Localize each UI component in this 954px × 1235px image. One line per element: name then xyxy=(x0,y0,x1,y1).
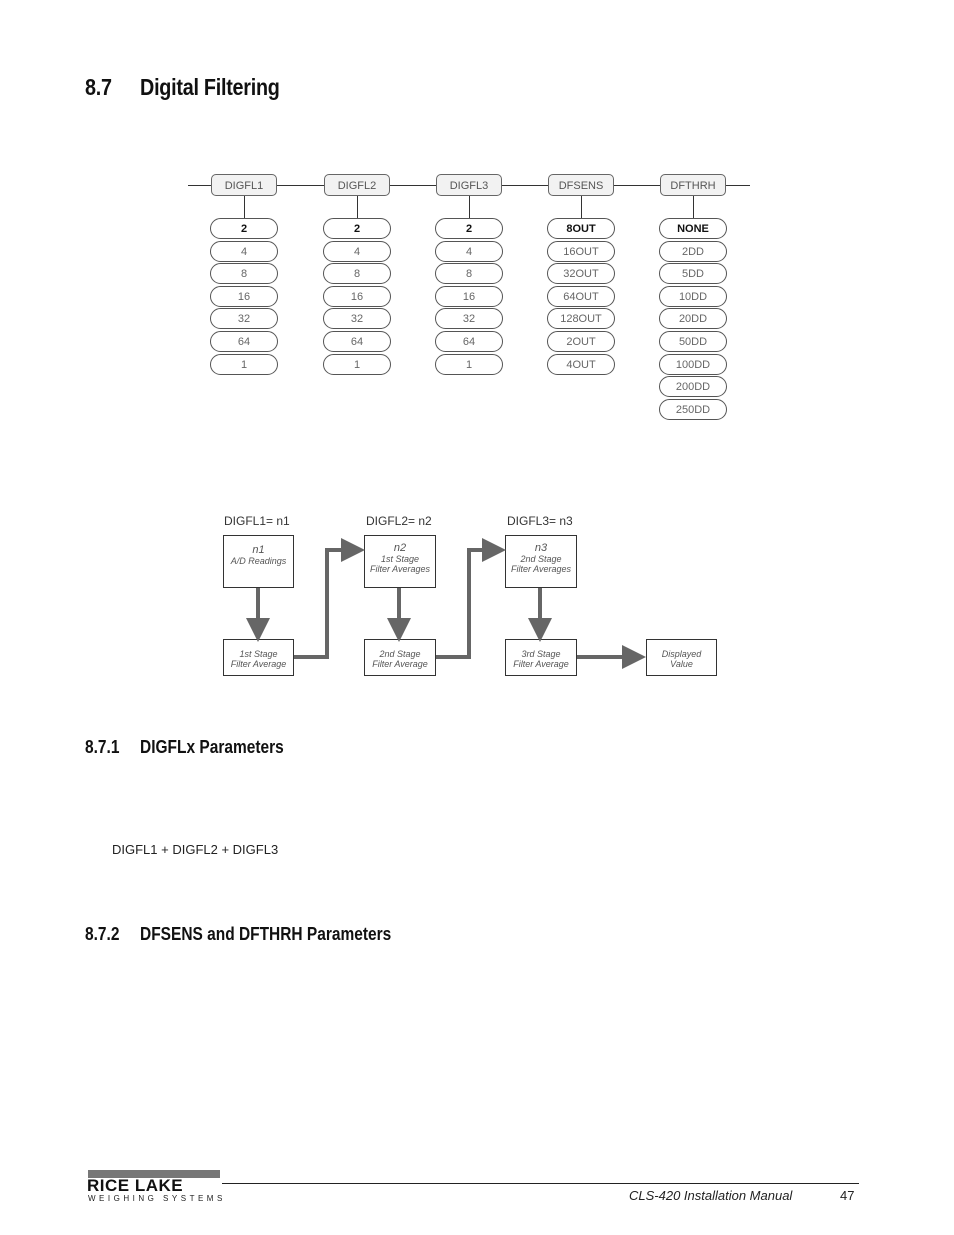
subsection-number: 8.7.2 xyxy=(85,924,120,944)
formula-text: DIGFL1 + DIGFL2 + DIGFL3 xyxy=(112,842,279,857)
logo: RICE LAKE xyxy=(87,1176,184,1195)
manual-title: CLS-420 Installation Manual xyxy=(629,1188,793,1203)
page-number: 47 xyxy=(840,1188,855,1203)
arrow-stage1-to-n2 xyxy=(294,538,365,659)
subsection-heading-dfsens: 8.7.2 DFSENS and DFTHRH Parameters xyxy=(85,924,391,945)
arrow-stage2-to-n3 xyxy=(436,538,506,659)
subsection-title: DFSENS and DFTHRH Parameters xyxy=(140,924,392,944)
subsection-title: DIGFLx Parameters xyxy=(140,737,284,757)
footer-rule xyxy=(222,1183,859,1184)
logo-subtitle: WEIGHING SYSTEMS xyxy=(88,1194,226,1203)
subsection-number: 8.7.1 xyxy=(85,737,120,757)
subsection-heading-digflx: 8.7.1 DIGFLx Parameters xyxy=(85,737,284,758)
flow-arrows xyxy=(246,538,646,669)
